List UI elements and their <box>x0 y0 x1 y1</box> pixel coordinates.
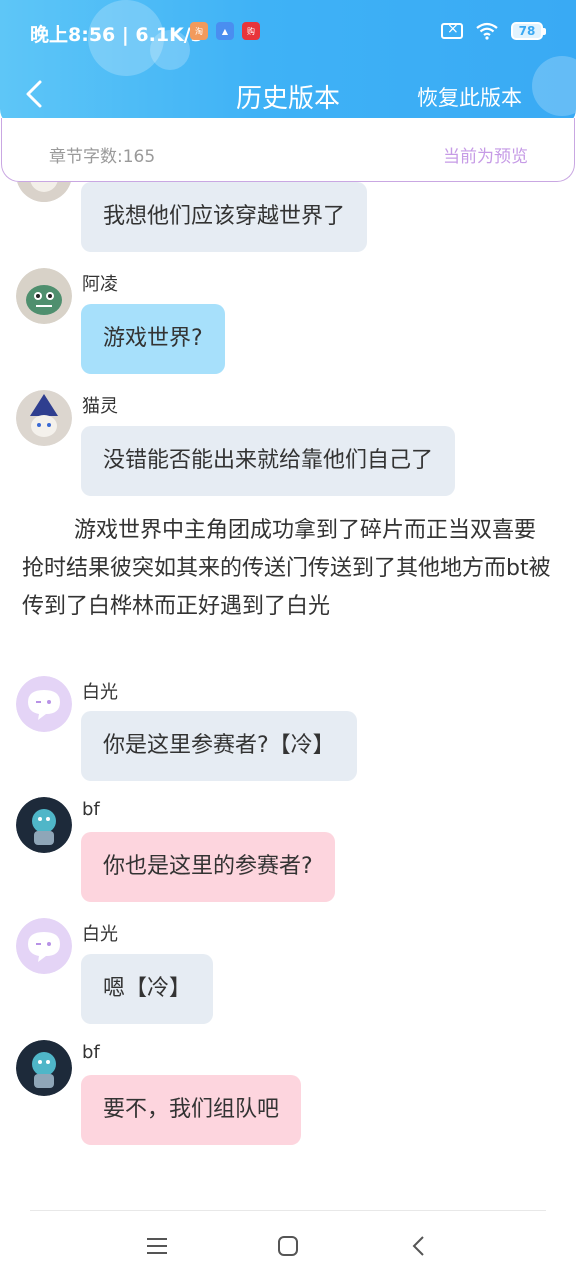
no-sim-icon <box>441 21 463 39</box>
system-nav-bar <box>0 1222 576 1270</box>
narration-paragraph: 游戏世界中主角团成功拿到了碎片而正当双喜要抢时结果彼突如其来的传送门传送到了其他… <box>22 518 551 619</box>
divider <box>30 1210 546 1211</box>
message-bubble[interactable]: 要不，我们组队吧 <box>81 1075 302 1145</box>
menu-icon <box>147 1238 167 1254</box>
header: 晚上8:56 | 6.1K/s 淘 ▲ 购 78 历史版本 <box>0 0 576 127</box>
default-chat-avatar[interactable] <box>16 676 72 732</box>
sender-name: 猫灵 <box>82 396 118 417</box>
cat-witch-avatar[interactable] <box>16 390 72 446</box>
battery-level: 78 <box>511 22 543 40</box>
sender-name: bf <box>82 799 100 820</box>
menu-button[interactable] <box>139 1228 175 1264</box>
message-bubble[interactable]: 没错能否能出来就给靠他们自己了 <box>81 426 456 496</box>
message-bubble[interactable]: 我想他们应该穿越世界了 <box>81 182 368 252</box>
message-bubble[interactable]: 游戏世界? <box>81 304 225 374</box>
status-bar: 晚上8:56 | 6.1K/s 淘 ▲ 购 78 <box>0 0 576 64</box>
chat-content[interactable]: 我想他们应该穿越世界了 阿凌 游戏世界? 猫灵 没错能否能出来就给靠他们自己了 … <box>0 182 576 1202</box>
default-chat-avatar[interactable] <box>16 918 72 974</box>
photo-app-icon: ▲ <box>216 22 234 40</box>
home-icon <box>278 1236 298 1256</box>
wifi-icon <box>476 22 498 40</box>
message-bubble[interactable]: 你也是这里的参赛者? <box>81 832 335 902</box>
bf-avatar[interactable] <box>16 797 72 853</box>
word-count: 章节字数:165 <box>49 147 156 167</box>
bf-avatar[interactable] <box>16 1040 72 1096</box>
message-bubble[interactable]: 你是这里参赛者?【冷】 <box>81 711 357 781</box>
status-right: 78 <box>441 21 546 40</box>
taobao-app-icon: 淘 <box>190 22 208 40</box>
preview-label: 当前为预览 <box>443 147 528 167</box>
home-button[interactable] <box>270 1228 306 1264</box>
battery-icon: 78 <box>511 22 546 40</box>
sender-name: bf <box>82 1042 100 1063</box>
restore-version-button[interactable]: 恢复此版本 <box>417 82 522 112</box>
notification-icons: 淘 ▲ 购 <box>190 22 260 40</box>
green-monster-avatar[interactable] <box>16 268 72 324</box>
system-back-button[interactable] <box>400 1228 436 1264</box>
cat-witch-avatar[interactable] <box>16 182 72 202</box>
narration-text: 游戏世界中主角团成功拿到了碎片而正当双喜要抢时结果彼突如其来的传送门传送到了其他… <box>22 512 556 626</box>
sender-name: 白光 <box>82 924 118 945</box>
sender-name: 白光 <box>82 682 118 703</box>
sender-name: 阿凌 <box>82 274 118 295</box>
status-time: 晚上8:56 | 6.1K/s <box>30 24 203 46</box>
message-bubble[interactable]: 嗯【冷】 <box>81 954 214 1024</box>
chapter-info-card: 章节字数:165 当前为预览 <box>1 118 575 182</box>
chevron-left-icon <box>412 1236 424 1256</box>
shop-app-icon: 购 <box>242 22 260 40</box>
